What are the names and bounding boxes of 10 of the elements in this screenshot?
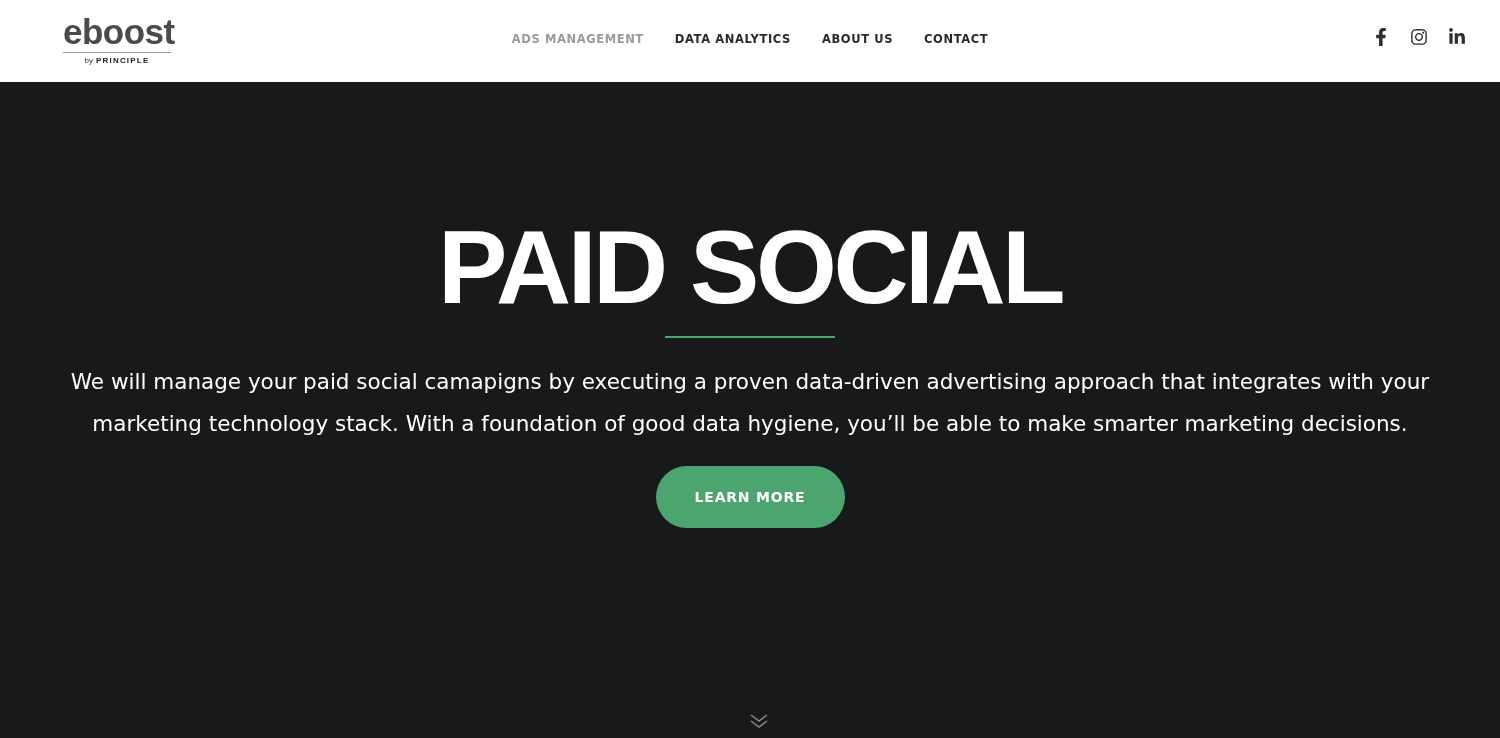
linkedin-icon[interactable]	[1448, 28, 1466, 46]
nav-link[interactable]: CONTACT	[924, 31, 989, 46]
double-chevron-down-icon[interactable]	[749, 714, 768, 729]
hero-title: PAID SOCIAL	[437, 215, 1062, 319]
nav-link[interactable]: ABOUT US	[822, 31, 894, 46]
logo-company-text: PRINCIPLE	[96, 55, 150, 65]
logo-by-text: by	[84, 55, 93, 65]
instagram-icon[interactable]	[1410, 28, 1428, 46]
nav-link[interactable]: DATA ANALYTICS	[674, 31, 791, 46]
hero-description: We will manage your paid social camapigns by executing a proven data-driven advertising approach that integrates with your marketing technology stack. With a foundation of good data hygiene, you’ll be able to make smarter marketing decisions.	[69, 368, 1431, 438]
